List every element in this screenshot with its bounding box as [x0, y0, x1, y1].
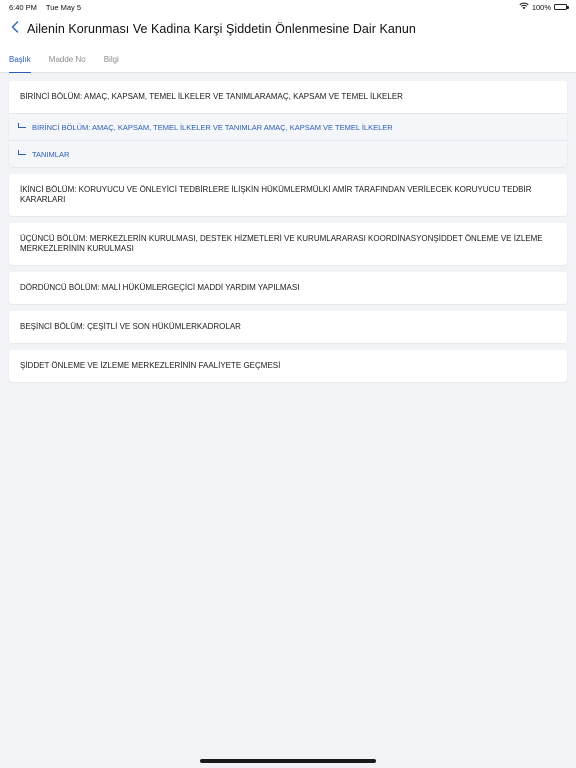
subsection-label: TANIMLAR	[32, 149, 70, 159]
branch-icon	[18, 150, 26, 155]
section-row[interactable]: BİRİNCİ BÖLÜM: AMAÇ, KAPSAM, TEMEL İLKEL…	[9, 81, 567, 113]
section-card-2: İKİNCİ BÖLÜM: KORUYUCU VE ÖNLEYİCİ TEDBİ…	[9, 174, 567, 216]
section-card-1: BİRİNCİ BÖLÜM: AMAÇ, KAPSAM, TEMEL İLKEL…	[9, 81, 567, 167]
branch-icon	[18, 123, 26, 128]
tab-bilgi[interactable]: Bilgi	[104, 55, 119, 72]
section-row[interactable]: İKİNCİ BÖLÜM: KORUYUCU VE ÖNLEYİCİ TEDBİ…	[9, 174, 567, 216]
battery-icon	[554, 3, 569, 11]
status-left: 6:40 PM Tue May 5	[9, 3, 88, 12]
navigation-bar: Ailenin Korunması Ve Kadina Karşi Şiddet…	[0, 14, 576, 44]
section-card-6: ŞİDDET ÖNLEME VE İZLEME MERKEZLERİNİN FA…	[9, 350, 567, 382]
battery-percent: 100%	[531, 2, 551, 12]
subsection-label: BİRİNCİ BÖLÜM: AMAÇ, KAPSAM, TEMEL İLKEL…	[32, 122, 393, 132]
tab-baslik[interactable]: Başlık	[9, 55, 31, 73]
section-card-4: DÖRDÜNCÜ BÖLÜM: MALİ HÜKÜMLERGEÇİCİ MADD…	[9, 272, 567, 304]
status-time: 6:40 PM	[9, 2, 37, 12]
wifi-icon	[519, 2, 529, 12]
page-title: Ailenin Korunması Ve Kadina Karşi Şiddet…	[27, 22, 416, 36]
section-row[interactable]: ŞİDDET ÖNLEME VE İZLEME MERKEZLERİNİN FA…	[9, 350, 567, 382]
subsection-row[interactable]: TANIMLAR	[9, 140, 567, 167]
tab-bar: Başlık Madde No Bilgi	[0, 44, 576, 73]
subsection-row[interactable]: BİRİNCİ BÖLÜM: AMAÇ, KAPSAM, TEMEL İLKEL…	[9, 113, 567, 140]
status-date: Tue May 5	[45, 2, 82, 12]
status-bar: 6:40 PM Tue May 5 100%	[0, 0, 576, 14]
chevron-left-icon	[11, 20, 19, 38]
home-indicator[interactable]	[200, 759, 376, 763]
back-button[interactable]	[8, 19, 22, 39]
section-row[interactable]: BEŞİNCİ BÖLÜM: ÇEŞİTLİ VE SON HÜKÜMLERKA…	[9, 311, 567, 343]
section-card-5: BEŞİNCİ BÖLÜM: ÇEŞİTLİ VE SON HÜKÜMLERKA…	[9, 311, 567, 343]
section-row[interactable]: ÜÇÜNCÜ BÖLÜM: MERKEZLERİN KURULMASI, DES…	[9, 223, 567, 265]
status-right: 100%	[519, 2, 569, 12]
tab-madde-no[interactable]: Madde No	[49, 55, 86, 72]
section-row[interactable]: DÖRDÜNCÜ BÖLÜM: MALİ HÜKÜMLERGEÇİCİ MADD…	[9, 272, 567, 304]
header: 6:40 PM Tue May 5 100% Ailenin Korunması…	[0, 0, 576, 73]
section-card-3: ÜÇÜNCÜ BÖLÜM: MERKEZLERİN KURULMASI, DES…	[9, 223, 567, 265]
section-list: BİRİNCİ BÖLÜM: AMAÇ, KAPSAM, TEMEL İLKEL…	[0, 73, 576, 382]
